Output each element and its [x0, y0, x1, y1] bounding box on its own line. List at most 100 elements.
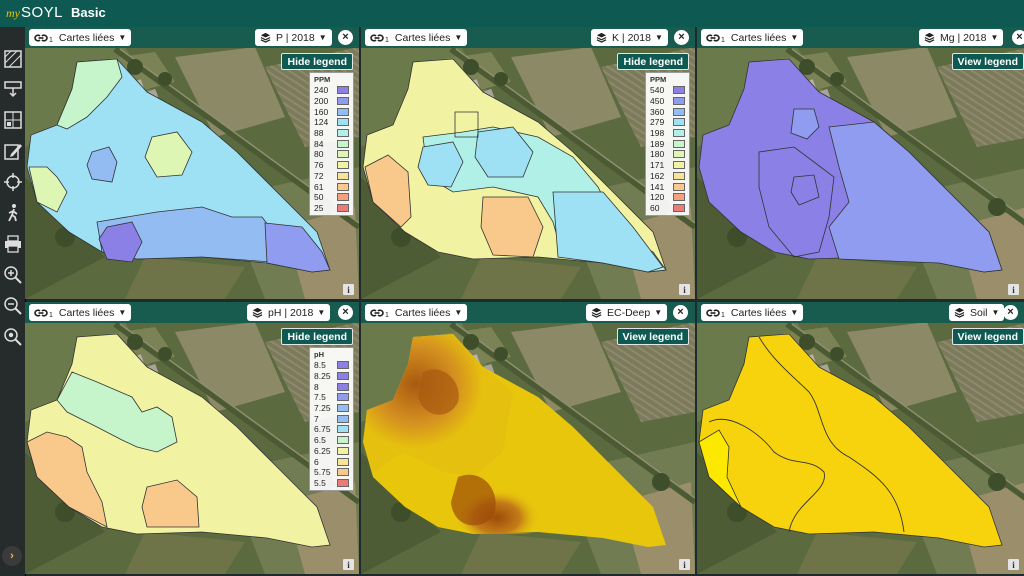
legend-value: 7.5	[314, 392, 326, 403]
legend-swatch	[673, 107, 685, 116]
layer-dropdown[interactable]: Mg | 2018 ▼	[919, 29, 1004, 46]
legend-value: 8.25	[314, 371, 331, 382]
toggle-legend-button[interactable]: View legend	[616, 328, 689, 345]
layer-dropdown[interactable]: EC-Deep ▼	[586, 304, 668, 321]
toggle-legend-button[interactable]: Hide legend	[281, 328, 353, 345]
toggle-legend-button[interactable]: Hide legend	[281, 53, 353, 70]
legend-row: 171	[650, 160, 685, 171]
linked-count: 1	[385, 37, 389, 44]
legend-swatch	[337, 150, 349, 159]
map-panel-mg[interactable]: 1 Cartes liées ▼ Mg | 2018 ▼ × View legend i	[697, 27, 1024, 299]
legend-value: 162	[650, 170, 665, 181]
legend-swatch	[337, 361, 349, 370]
toggle-legend-button[interactable]: View legend	[951, 53, 1024, 70]
layer-dropdown[interactable]: Soil ▼	[949, 304, 1005, 321]
grid-select-icon[interactable]	[1, 107, 24, 133]
legend-row: 6.5	[314, 435, 349, 446]
layer-dropdown[interactable]: K | 2018 ▼	[591, 29, 668, 46]
zoom-extent-icon[interactable]	[1, 324, 24, 350]
legend-swatch	[337, 161, 349, 170]
walking-person-icon[interactable]	[1, 200, 24, 226]
legend-swatch	[337, 171, 349, 180]
info-icon[interactable]: i	[1008, 284, 1019, 295]
linked-maps-dropdown[interactable]: 1 Cartes liées ▼	[365, 304, 468, 321]
layer-dropdown[interactable]: P | 2018 ▼	[255, 29, 332, 46]
layer-label: EC-Deep	[607, 306, 651, 319]
chevron-down-icon: ▼	[790, 33, 799, 42]
legend-row: 198	[650, 128, 685, 139]
legend-swatch	[673, 171, 685, 180]
info-icon[interactable]: i	[343, 284, 354, 295]
legend-value: 60	[650, 202, 660, 213]
legend-swatch	[673, 203, 685, 212]
linked-maps-dropdown[interactable]: 1 Cartes liées ▼	[701, 304, 804, 321]
legend-swatch	[673, 139, 685, 148]
legend-row: 72	[314, 171, 349, 182]
layers-icon	[924, 32, 935, 43]
legend-swatch	[673, 118, 685, 127]
map-panel-ph[interactable]: 1 Cartes liées ▼ pH | 2018 ▼ × Hide legend …	[25, 302, 359, 574]
close-panel-button[interactable]: ×	[338, 305, 353, 320]
legend-swatch	[337, 193, 349, 202]
linked-maps-dropdown[interactable]: 1 Cartes liées ▼	[29, 29, 132, 46]
tray-download-icon[interactable]	[1, 75, 24, 101]
close-panel-button[interactable]: ×	[338, 30, 353, 45]
legend-row: 180	[650, 149, 685, 160]
layers-icon	[954, 307, 965, 318]
zoom-out-icon[interactable]	[1, 293, 24, 319]
chevron-down-icon: ▼	[454, 33, 463, 42]
legend-value: 7.25	[314, 403, 331, 414]
map-panel-soil[interactable]: 1 Cartes liées ▼ Soil ▼ × View legend i	[697, 302, 1024, 574]
legend-swatch	[337, 457, 349, 466]
legend-row: 6.25	[314, 446, 349, 457]
close-panel-button[interactable]: ×	[674, 30, 689, 45]
legend-swatch	[337, 372, 349, 381]
map-panel-k[interactable]: 1 Cartes liées ▼ K | 2018 ▼ × Hide legend P…	[361, 27, 695, 299]
close-panel-button[interactable]: ×	[1012, 30, 1024, 45]
info-icon[interactable]: i	[679, 284, 690, 295]
chevron-down-icon: ▼	[654, 308, 663, 317]
legend-value: 6	[314, 456, 319, 467]
linked-maps-dropdown[interactable]: 1 Cartes liées ▼	[701, 29, 804, 46]
legend-swatch	[673, 129, 685, 138]
legend-swatch	[337, 97, 349, 106]
edit-icon[interactable]	[1, 138, 24, 164]
layer-label: Soil	[970, 306, 988, 319]
zoom-in-icon[interactable]	[1, 262, 24, 288]
linked-maps-label: Cartes liées	[730, 31, 787, 44]
map-panel-p[interactable]: 1 Cartes liées ▼ P | 2018 ▼ × Hide legend P…	[25, 27, 359, 299]
crosshair-icon[interactable]	[1, 169, 24, 195]
legend-unit: pH	[314, 350, 324, 359]
legend-value: 6.25	[314, 445, 331, 456]
map-panel-ec-deep[interactable]: 1 Cartes liées ▼ EC-Deep ▼ × View legend i	[361, 302, 695, 574]
legend-value: 76	[314, 160, 324, 171]
legend-value: 7	[314, 413, 319, 424]
linked-maps-dropdown[interactable]: 1 Cartes liées ▼	[365, 29, 468, 46]
info-icon[interactable]: i	[1008, 559, 1019, 570]
legend-value: 88	[314, 128, 324, 139]
layers-icon	[596, 32, 607, 43]
linked-maps-label: Cartes liées	[394, 306, 451, 319]
layers-icon	[591, 307, 602, 318]
info-icon[interactable]: i	[343, 559, 354, 570]
legend-row: 76	[314, 160, 349, 171]
legend-row: 360	[650, 106, 685, 117]
legend-value: 8	[314, 381, 319, 392]
legend-value: 6.75	[314, 424, 331, 435]
info-icon[interactable]: i	[679, 559, 690, 570]
linked-maps-dropdown[interactable]: 1 Cartes liées ▼	[29, 304, 132, 321]
legend-row: 8.5	[314, 360, 349, 371]
collapse-toggle-button[interactable]: ›	[2, 546, 22, 566]
close-panel-button[interactable]: ×	[1003, 305, 1018, 320]
legend-row: 189	[650, 138, 685, 149]
toggle-legend-button[interactable]: Hide legend	[617, 53, 689, 70]
legend-row: 80	[314, 149, 349, 160]
close-panel-button[interactable]: ×	[673, 305, 688, 320]
toggle-legend-button[interactable]: View legend	[951, 328, 1024, 345]
layer-label: pH | 2018	[268, 306, 314, 319]
legend-value: 141	[650, 181, 665, 192]
legend-swatch	[337, 382, 349, 391]
map-draw-icon[interactable]	[1, 46, 24, 72]
layer-dropdown[interactable]: pH | 2018 ▼	[247, 304, 331, 321]
printer-icon[interactable]	[1, 231, 24, 257]
